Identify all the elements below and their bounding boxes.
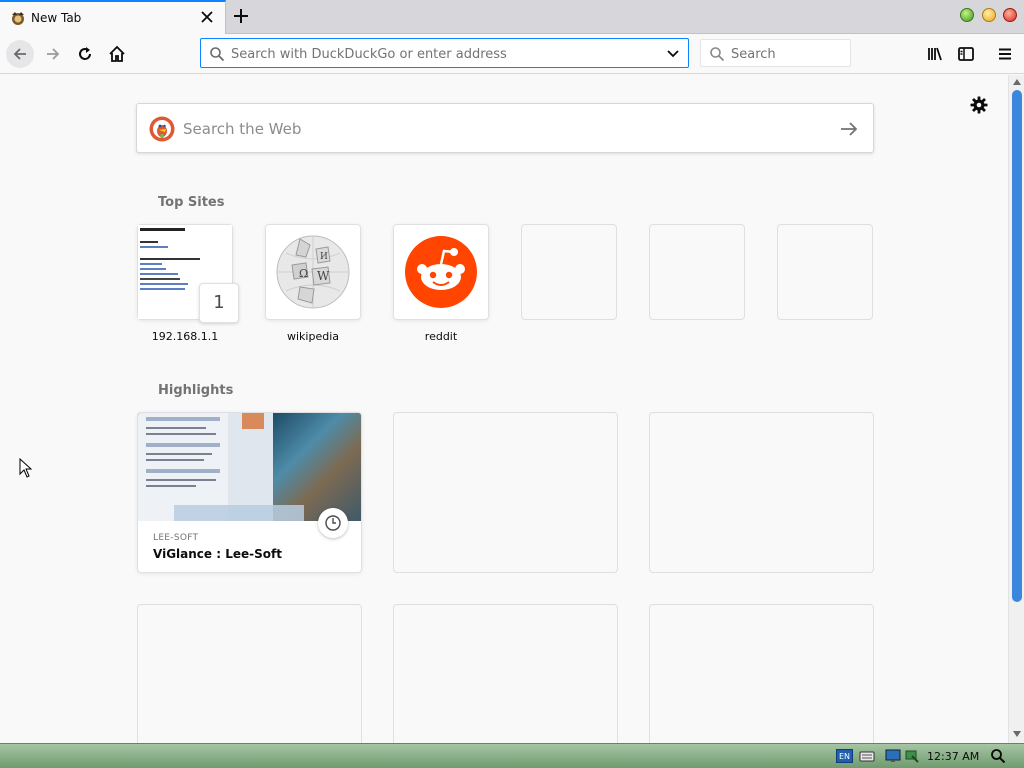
library-button[interactable] xyxy=(921,40,949,68)
new-tab-page: Top Sites 1 192.168.1.1 xyxy=(0,75,1008,743)
sidebar-button[interactable] xyxy=(952,40,980,68)
svg-text:Ω: Ω xyxy=(299,267,308,280)
site-label: reddit xyxy=(424,330,458,343)
highlight-placeholder xyxy=(649,604,874,743)
top-site-tile[interactable]: Ω W И wikipedia xyxy=(265,224,361,343)
empty-tile xyxy=(521,224,617,320)
svg-text:И: И xyxy=(320,252,328,262)
menu-button[interactable] xyxy=(991,40,1019,68)
highlight-title: ViGlance : Lee-Soft xyxy=(153,547,282,561)
search-icon xyxy=(710,47,725,62)
highlights-heading: Highlights xyxy=(158,383,234,398)
top-site-tile[interactable]: reddit xyxy=(393,224,489,343)
site-thumbnail: 1 xyxy=(137,224,239,323)
vertical-scrollbar[interactable] xyxy=(1008,75,1024,743)
hamburger-menu-icon xyxy=(999,48,1011,60)
language-indicator[interactable]: EN xyxy=(836,749,853,763)
tab-new-tab[interactable]: New Tab xyxy=(0,0,226,34)
library-icon xyxy=(928,47,942,61)
sidebar-icon xyxy=(958,47,974,61)
reddit-icon xyxy=(405,236,477,308)
tab-title: New Tab xyxy=(31,11,82,25)
top-site-placeholder xyxy=(649,224,745,320)
duckduckgo-logo-icon xyxy=(149,116,175,142)
top-sites-heading: Top Sites xyxy=(158,195,225,210)
minimize-window-button[interactable] xyxy=(960,8,974,22)
top-site-placeholder xyxy=(777,224,873,320)
highlight-placeholder xyxy=(137,604,362,743)
nav-toolbar xyxy=(0,34,1024,74)
chevron-down-icon[interactable] xyxy=(666,47,680,61)
web-search-input[interactable] xyxy=(183,118,813,140)
clock-icon xyxy=(318,508,348,538)
taskbar: EN 12:37 AM xyxy=(0,743,1024,768)
maximize-window-button[interactable] xyxy=(982,8,996,22)
wikipedia-globe-icon: Ω W И xyxy=(276,235,350,309)
empty-tile xyxy=(649,224,745,320)
site-thumbnail xyxy=(393,224,489,320)
back-arrow-icon xyxy=(13,48,26,60)
home-button[interactable] xyxy=(103,40,131,68)
highlight-card[interactable]: LEE-SOFT ViGlance : Lee-Soft xyxy=(137,412,362,573)
highlight-placeholder xyxy=(649,412,874,573)
address-bar[interactable] xyxy=(200,38,689,68)
close-tab-icon[interactable] xyxy=(198,8,216,26)
tab-strip: New Tab xyxy=(0,0,1024,34)
back-button[interactable] xyxy=(6,40,34,68)
keyboard-icon[interactable] xyxy=(859,748,875,764)
reload-button[interactable] xyxy=(71,40,99,68)
svg-text:W: W xyxy=(317,269,330,283)
mouse-cursor-icon xyxy=(19,458,33,478)
search-input[interactable] xyxy=(731,44,841,64)
highlight-thumbnail xyxy=(138,413,361,521)
site-label: wikipedia xyxy=(286,330,339,343)
scroll-down-arrow-icon[interactable] xyxy=(1013,731,1021,737)
search-icon[interactable] xyxy=(990,748,1006,764)
highlight-host: LEE-SOFT xyxy=(153,533,199,543)
scrollbar-thumb[interactable] xyxy=(1012,90,1022,602)
close-window-button[interactable] xyxy=(1003,8,1017,22)
site-badge: 1 xyxy=(199,283,239,323)
monitor-icon[interactable] xyxy=(885,748,901,764)
address-input[interactable] xyxy=(231,44,651,64)
empty-tile xyxy=(777,224,873,320)
new-tab-plus-icon[interactable] xyxy=(230,5,252,27)
top-site-placeholder xyxy=(521,224,617,320)
site-thumbnail: Ω W И xyxy=(265,224,361,320)
top-site-tile[interactable]: 1 192.168.1.1 xyxy=(137,224,239,343)
search-icon xyxy=(210,47,225,62)
clock-time[interactable]: 12:37 AM xyxy=(927,750,979,763)
highlight-placeholder xyxy=(393,412,618,573)
web-search-box[interactable] xyxy=(136,103,874,153)
highlight-placeholder xyxy=(393,604,618,743)
forward-button[interactable] xyxy=(39,40,67,68)
firefox-favicon-icon xyxy=(12,12,24,25)
gear-icon[interactable] xyxy=(969,95,989,115)
network-icon[interactable] xyxy=(904,748,920,764)
site-label: 192.168.1.1 xyxy=(151,330,219,343)
home-icon xyxy=(109,45,125,62)
reload-icon xyxy=(79,47,91,60)
forward-arrow-icon xyxy=(47,48,60,60)
arrow-right-icon[interactable] xyxy=(839,119,859,139)
scroll-up-arrow-icon[interactable] xyxy=(1013,79,1021,85)
search-bar[interactable] xyxy=(700,39,851,67)
